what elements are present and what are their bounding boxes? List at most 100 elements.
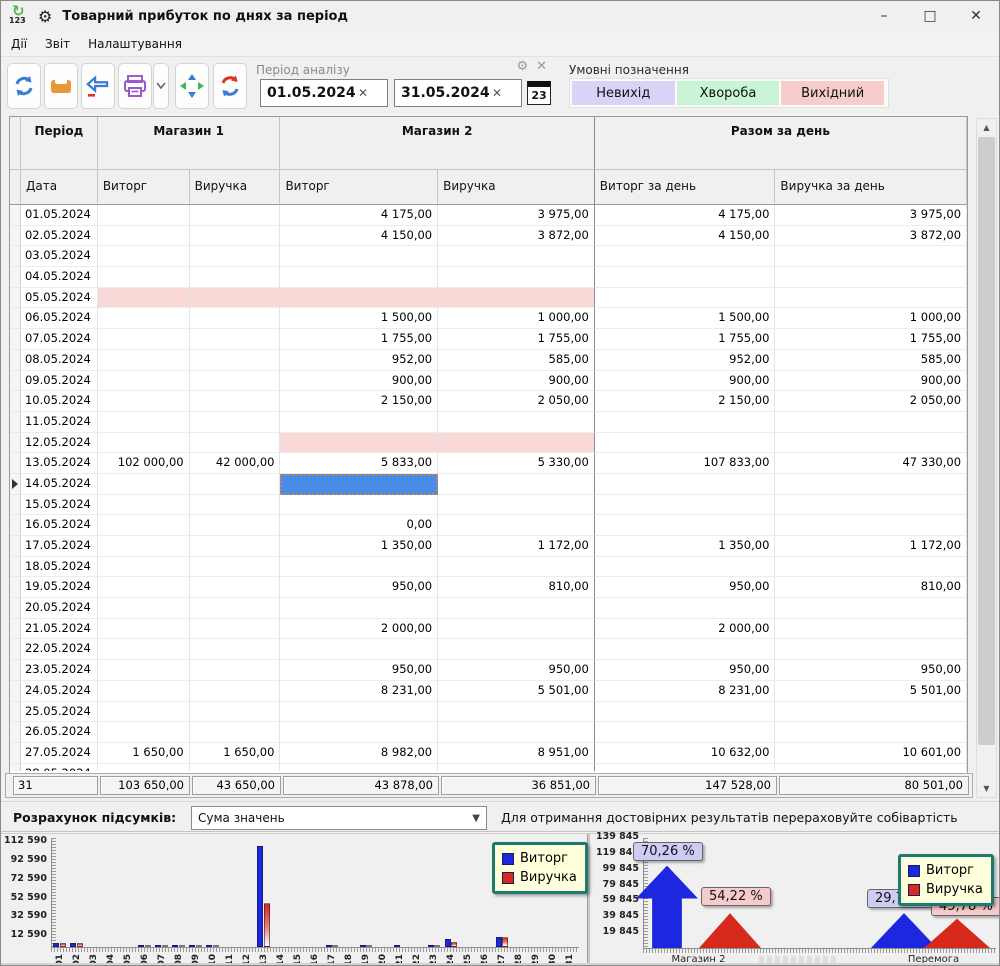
value-cell[interactable] (98, 702, 190, 723)
value-cell[interactable] (438, 639, 595, 660)
table-row[interactable]: 17.05.20241 350,001 172,001 350,001 172,… (10, 536, 967, 557)
value-cell[interactable] (775, 619, 967, 640)
value-cell[interactable]: 8 982,00 (280, 743, 438, 764)
value-cell[interactable] (280, 639, 438, 660)
menu-item-3[interactable]: Налаштування (80, 33, 190, 55)
value-cell[interactable] (190, 474, 281, 495)
value-cell[interactable] (438, 598, 595, 619)
value-cell[interactable] (775, 515, 967, 536)
value-cell[interactable]: 810,00 (775, 577, 967, 598)
value-cell[interactable]: 950,00 (595, 577, 776, 598)
value-cell[interactable] (98, 412, 190, 433)
print-button[interactable] (118, 63, 152, 109)
value-cell[interactable] (595, 288, 776, 309)
table-row[interactable]: 08.05.2024952,00585,00952,00585,00 (10, 350, 967, 371)
value-cell[interactable] (280, 288, 438, 309)
value-cell[interactable]: 8 951,00 (438, 743, 595, 764)
value-cell[interactable]: 1 000,00 (775, 308, 967, 329)
group-header-4[interactable]: Разом за день (595, 117, 967, 170)
move-button[interactable] (175, 63, 209, 109)
date-to-clear-icon[interactable]: ✕ (492, 86, 502, 100)
value-cell[interactable] (98, 329, 190, 350)
value-cell[interactable] (190, 329, 281, 350)
table-row[interactable]: 15.05.2024 (10, 495, 967, 516)
date-cell[interactable]: 04.05.2024 (21, 267, 98, 288)
value-cell[interactable] (595, 246, 776, 267)
value-cell[interactable]: 1 755,00 (438, 329, 595, 350)
date-cell[interactable]: 11.05.2024 (21, 412, 98, 433)
date-cell[interactable]: 26.05.2024 (21, 722, 98, 743)
period-close-icon[interactable]: ✕ (536, 59, 547, 74)
value-cell[interactable] (98, 308, 190, 329)
value-cell[interactable] (595, 557, 776, 578)
date-cell[interactable]: 09.05.2024 (21, 371, 98, 392)
value-cell[interactable] (280, 246, 438, 267)
table-row[interactable]: 06.05.20241 500,001 000,001 500,001 000,… (10, 308, 967, 329)
value-cell[interactable]: 2 150,00 (595, 391, 776, 412)
col-day-vitorg[interactable]: Виторг за день (595, 170, 776, 205)
value-cell[interactable] (190, 495, 281, 516)
value-cell[interactable] (438, 764, 595, 771)
value-cell[interactable] (190, 308, 281, 329)
value-cell[interactable] (775, 598, 967, 619)
date-from-input[interactable] (261, 85, 356, 101)
date-cell[interactable]: 06.05.2024 (21, 308, 98, 329)
value-cell[interactable]: 5 501,00 (438, 681, 595, 702)
value-cell[interactable] (190, 660, 281, 681)
value-cell[interactable] (280, 598, 438, 619)
value-cell[interactable]: 10 632,00 (595, 743, 776, 764)
value-cell[interactable] (280, 474, 438, 495)
value-cell[interactable] (280, 702, 438, 723)
value-cell[interactable]: 1 500,00 (595, 308, 776, 329)
value-cell[interactable] (775, 702, 967, 723)
value-cell[interactable] (190, 598, 281, 619)
date-cell[interactable]: 23.05.2024 (21, 660, 98, 681)
date-cell[interactable]: 05.05.2024 (21, 288, 98, 309)
menu-item-2[interactable]: Звіт (37, 33, 78, 55)
refresh-button[interactable] (7, 63, 41, 109)
table-row[interactable]: 26.05.2024 (10, 722, 967, 743)
date-cell[interactable]: 14.05.2024 (21, 474, 98, 495)
value-cell[interactable]: 1 650,00 (190, 743, 281, 764)
value-cell[interactable] (190, 639, 281, 660)
menu-item-1[interactable]: Дії (3, 33, 35, 55)
date-cell[interactable]: 19.05.2024 (21, 577, 98, 598)
value-cell[interactable] (98, 660, 190, 681)
value-cell[interactable] (280, 557, 438, 578)
value-cell[interactable]: 5 330,00 (438, 453, 595, 474)
value-cell[interactable]: 4 175,00 (595, 205, 776, 226)
value-cell[interactable] (595, 495, 776, 516)
reload-button[interactable] (213, 63, 247, 109)
date-cell[interactable]: 18.05.2024 (21, 557, 98, 578)
value-cell[interactable] (595, 702, 776, 723)
table-row[interactable]: 07.05.20241 755,001 755,001 755,001 755,… (10, 329, 967, 350)
date-cell[interactable]: 08.05.2024 (21, 350, 98, 371)
table-row[interactable]: 25.05.2024 (10, 702, 967, 723)
value-cell[interactable] (98, 474, 190, 495)
value-cell[interactable] (190, 681, 281, 702)
value-cell[interactable] (98, 371, 190, 392)
table-row[interactable]: 05.05.2024 (10, 288, 967, 309)
value-cell[interactable]: 2 000,00 (595, 619, 776, 640)
value-cell[interactable]: 952,00 (595, 350, 776, 371)
value-cell[interactable] (98, 205, 190, 226)
maximize-button[interactable]: □ (907, 1, 953, 31)
value-cell[interactable] (190, 371, 281, 392)
row-indicator-header[interactable] (10, 170, 21, 205)
period-gear-icon[interactable]: ⚙ (516, 59, 528, 74)
value-cell[interactable]: 8 231,00 (595, 681, 776, 702)
table-row[interactable]: 09.05.2024900,00900,00900,00900,00 (10, 371, 967, 392)
tray-button[interactable] (44, 63, 78, 109)
group-header-0[interactable] (10, 117, 21, 170)
date-cell[interactable]: 03.05.2024 (21, 246, 98, 267)
value-cell[interactable] (438, 619, 595, 640)
scroll-up-icon[interactable]: ▲ (977, 119, 996, 136)
value-cell[interactable] (190, 226, 281, 247)
table-row[interactable]: 03.05.2024 (10, 246, 967, 267)
value-cell[interactable] (190, 702, 281, 723)
value-cell[interactable]: 3 975,00 (775, 205, 967, 226)
table-row[interactable]: 23.05.2024950,00950,00950,00950,00 (10, 660, 967, 681)
date-cell[interactable]: 01.05.2024 (21, 205, 98, 226)
value-cell[interactable] (98, 226, 190, 247)
value-cell[interactable] (438, 557, 595, 578)
